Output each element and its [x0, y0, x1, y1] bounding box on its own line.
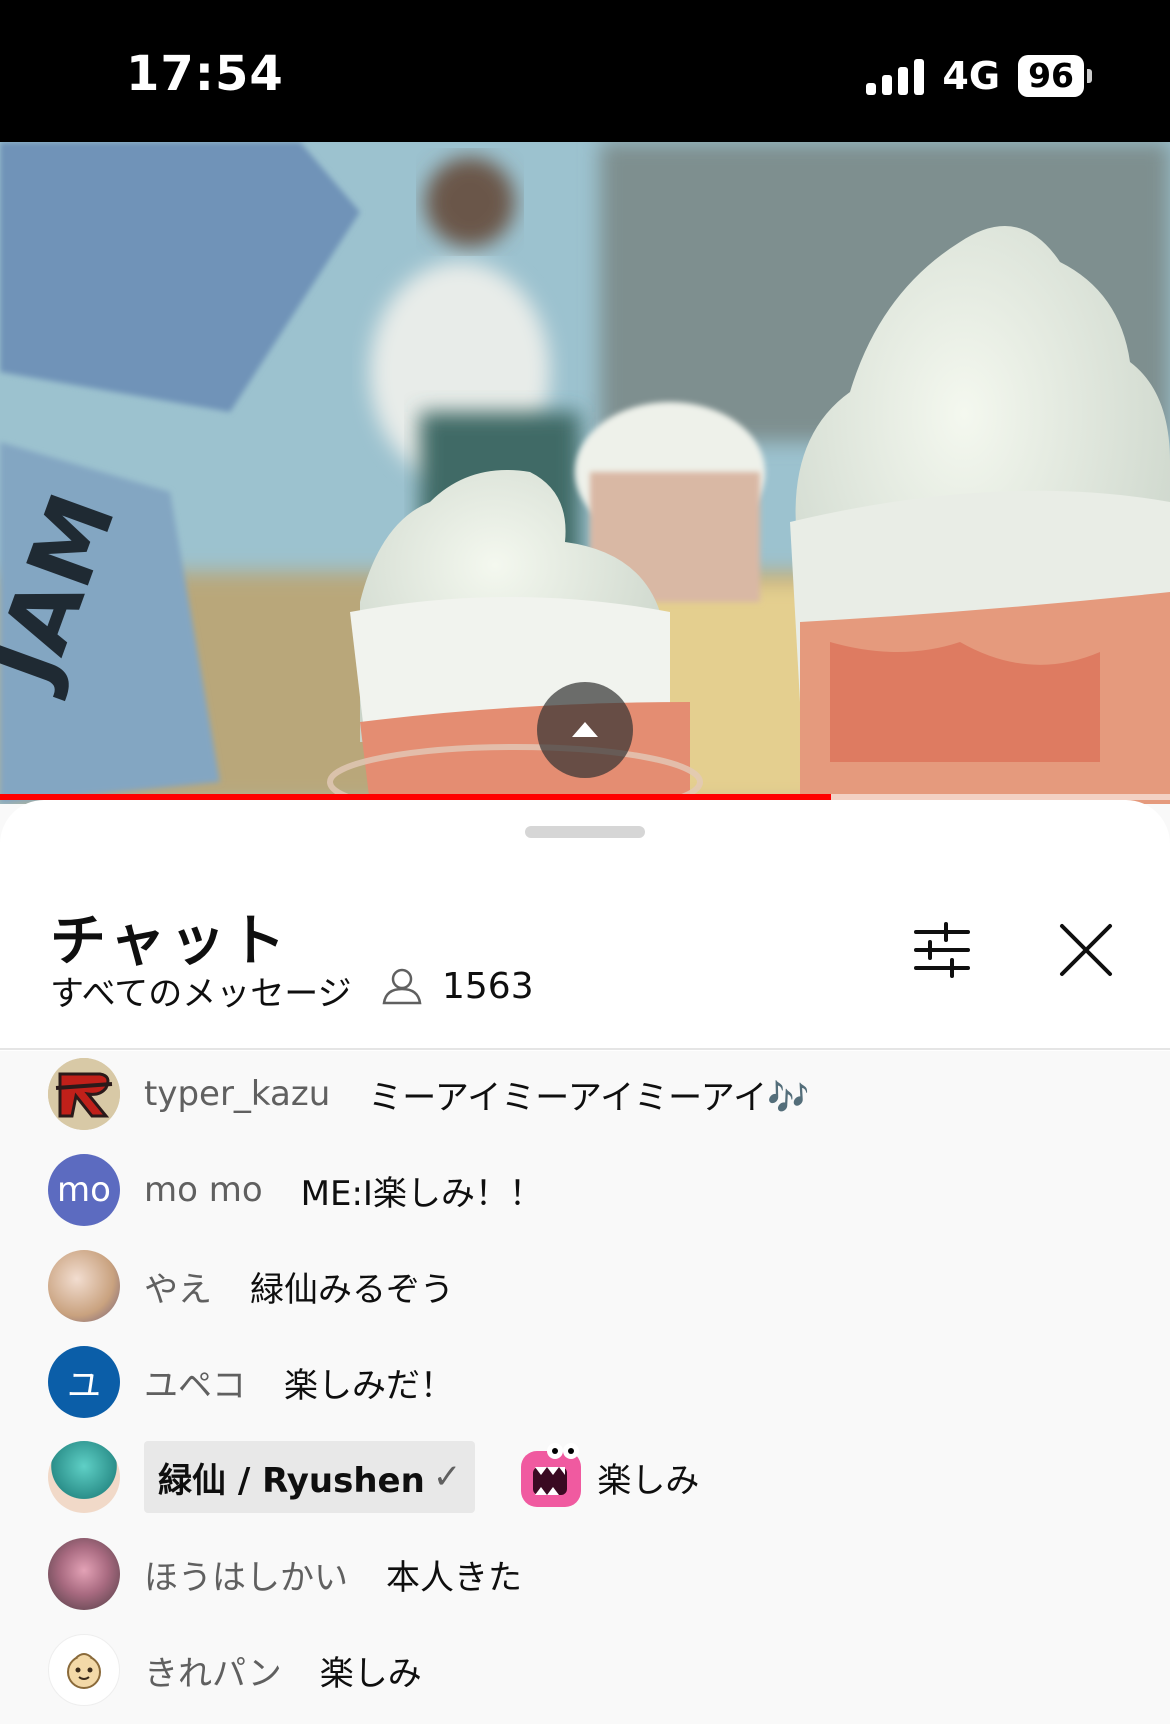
viewer-count: 1563: [442, 966, 534, 1007]
minimize-player-button[interactable]: [537, 682, 633, 778]
header-divider: [0, 1048, 1170, 1050]
monster-emoji-icon: [521, 1443, 582, 1507]
message-author[interactable]: きれパン: [144, 1646, 282, 1695]
chat-message[interactable]: ユ ユペコ 楽しみだ！: [48, 1346, 454, 1418]
chevron-up-icon: [572, 722, 598, 737]
person-icon: [382, 968, 422, 1004]
message-author: 緑仙 / Ryushen: [158, 1460, 425, 1501]
message-text: ME:I楽しみ！！: [300, 1173, 543, 1214]
avatar[interactable]: ユ: [48, 1346, 120, 1418]
verified-check-icon: ✓: [432, 1457, 462, 1497]
message-text: 緑仙みるぞう: [250, 1269, 454, 1310]
sliders-icon: [914, 922, 970, 978]
message-text: 楽しみ: [319, 1653, 422, 1694]
avatar[interactable]: [48, 1634, 120, 1706]
message-text: 本人きた: [386, 1557, 522, 1598]
battery-level: 96: [1018, 55, 1084, 97]
chat-message[interactable]: typer_kazu ミーアイミーアイミーアイ🎶: [48, 1058, 809, 1130]
message-text: 楽しみだ！: [284, 1365, 454, 1406]
chat-panel: チャット すべてのメッセージ 1563 typer_kazu ミーアイミーアイミ…: [0, 800, 1170, 1724]
cellular-signal-icon: [866, 57, 925, 95]
battery-icon: 96: [1018, 55, 1092, 97]
chat-settings-button[interactable]: [912, 920, 972, 980]
avatar[interactable]: [48, 1441, 120, 1513]
bread-character-icon: [67, 1653, 101, 1689]
message-author[interactable]: ユペコ: [144, 1358, 246, 1407]
message-author[interactable]: typer_kazu: [144, 1074, 330, 1114]
owner-author-chip[interactable]: 緑仙 / Ryushen ✓: [144, 1441, 476, 1513]
chat-message[interactable]: きれパン 楽しみ: [48, 1634, 422, 1706]
chat-message[interactable]: mo mo mo ME:I楽しみ！！: [48, 1154, 543, 1226]
close-icon: [1060, 924, 1112, 976]
drag-handle[interactable]: [525, 826, 645, 838]
status-bar: 17:54 4G 96: [0, 0, 1170, 142]
network-type: 4G: [942, 54, 1001, 98]
avatar[interactable]: [48, 1058, 120, 1130]
avatar[interactable]: [48, 1538, 120, 1610]
avatar[interactable]: [48, 1250, 120, 1322]
chat-message-owner[interactable]: 緑仙 / Ryushen ✓ 楽しみ: [48, 1441, 699, 1513]
avatar[interactable]: mo: [48, 1154, 120, 1226]
message-author[interactable]: ほうはしかい: [144, 1550, 348, 1599]
message-text: 楽しみ: [597, 1460, 700, 1501]
close-chat-button[interactable]: [1058, 922, 1114, 978]
chat-message-list[interactable]: typer_kazu ミーアイミーアイミーアイ🎶 mo mo mo ME:I楽し…: [0, 1051, 1170, 1724]
chat-message[interactable]: やえ 緑仙みるぞう: [48, 1250, 454, 1322]
red-emblem-icon: [48, 1058, 120, 1130]
status-time: 17:54: [126, 46, 284, 102]
chat-filter-dropdown[interactable]: すべてのメッセージ: [50, 966, 352, 1015]
status-indicators: 4G 96: [866, 54, 1092, 98]
viewer-count-wrap: 1563: [380, 966, 534, 1007]
message-author[interactable]: mo mo: [144, 1170, 263, 1210]
chat-message[interactable]: ほうはしかい 本人きた: [48, 1538, 522, 1610]
message-author[interactable]: やえ: [144, 1262, 212, 1311]
chat-title: チャット: [50, 909, 290, 974]
message-text: ミーアイミーアイミーアイ🎶: [368, 1077, 810, 1118]
